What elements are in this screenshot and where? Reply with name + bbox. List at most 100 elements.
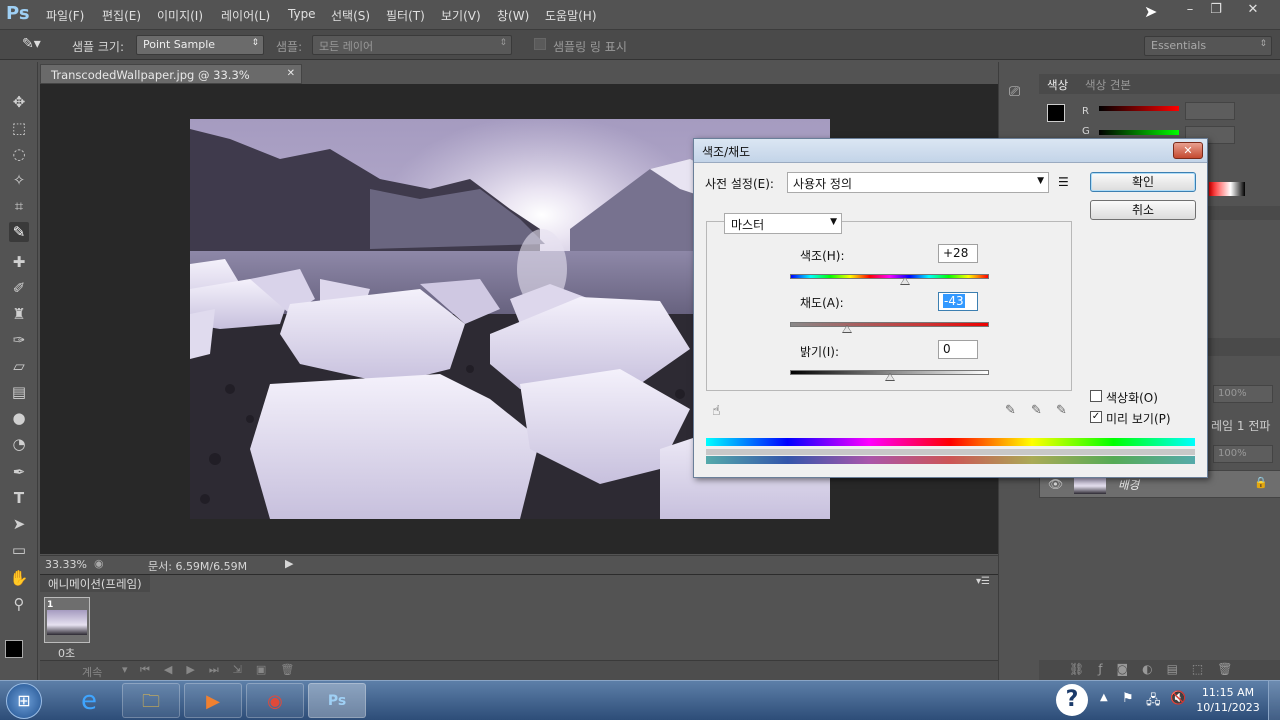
opacity-field[interactable]: 100%: [1213, 385, 1273, 403]
show-hidden-icons-arrow-icon[interactable]: ▲: [1100, 692, 1108, 703]
tab-swatches[interactable]: 색상 견본: [1085, 77, 1131, 93]
menu-image[interactable]: 이미지(I): [157, 7, 203, 24]
sample-size-select[interactable]: Point Sample ⇕: [136, 35, 264, 55]
menu-view[interactable]: 보기(V): [441, 7, 481, 24]
eraser-tool-icon[interactable]: ▱: [9, 356, 29, 376]
menu-layer[interactable]: 레이어(L): [221, 7, 270, 24]
history-brush-tool-icon[interactable]: ✑: [9, 330, 29, 350]
file-explorer-icon[interactable]: 🗀: [122, 683, 180, 718]
network-icon[interactable]: 🖧: [1146, 691, 1161, 713]
lightness-slider-thumb[interactable]: [884, 373, 895, 381]
output-color-bar: [706, 456, 1195, 464]
layer-visibility-eye-icon[interactable]: 👁: [1048, 477, 1063, 491]
preview-checkbox[interactable]: ✓: [1090, 411, 1102, 423]
zoom-level[interactable]: 33.33%: [45, 558, 87, 571]
channel-select[interactable]: 마스터 ▼: [724, 213, 842, 234]
dialog-titlebar[interactable]: 색조/채도 ✕: [694, 139, 1207, 163]
brush-tool-icon[interactable]: ✐: [9, 278, 29, 298]
fg-color-chip[interactable]: [1047, 104, 1065, 122]
history-icon[interactable]: ⎚: [1009, 84, 1029, 104]
lightness-input[interactable]: 0: [938, 340, 978, 359]
zoom-tool-icon[interactable]: ⚲: [9, 594, 29, 614]
dodge-tool-icon[interactable]: ◔: [9, 434, 29, 454]
layer-actions-icons[interactable]: ⛓ƒ◙◐▤⬚🗑: [1039, 660, 1280, 680]
hue-slider[interactable]: [790, 274, 989, 279]
saturation-slider[interactable]: [790, 322, 989, 327]
clone-stamp-tool-icon[interactable]: ♜: [9, 304, 29, 324]
menu-file[interactable]: 파일(F): [46, 7, 84, 24]
menu-help[interactable]: 도움말(H): [545, 7, 597, 24]
fill-field[interactable]: 100%: [1213, 445, 1273, 463]
red-slider[interactable]: [1099, 106, 1179, 111]
chrome-icon[interactable]: ◉: [246, 683, 304, 718]
restore-button[interactable]: ❐: [1203, 2, 1229, 20]
workspace-select[interactable]: Essentials ⇕: [1144, 36, 1272, 56]
help-icon[interactable]: ?: [1056, 684, 1088, 716]
menu-select[interactable]: 선택(S): [331, 7, 370, 24]
document-tab[interactable]: TranscodedWallpaper.jpg @ 33.3% (RGB/8) …: [40, 64, 302, 96]
system-clock[interactable]: 11:15 AM 10/11/2023: [1196, 685, 1260, 715]
type-tool-icon[interactable]: T: [9, 488, 29, 508]
action-center-flag-icon[interactable]: ⚑: [1122, 691, 1134, 706]
move-tool-icon[interactable]: ✥: [9, 92, 29, 112]
ok-button[interactable]: 확인: [1090, 172, 1196, 192]
layer-name[interactable]: 배경: [1118, 477, 1139, 493]
start-button[interactable]: ⊞: [6, 683, 42, 719]
hue-input[interactable]: +28: [938, 244, 978, 263]
marquee-tool-icon[interactable]: ⬚: [9, 118, 29, 138]
close-button[interactable]: ✕: [1240, 2, 1266, 20]
healing-brush-tool-icon[interactable]: ✚: [9, 252, 29, 272]
targeted-adjustment-hand-icon[interactable]: ☝: [712, 403, 721, 419]
menu-edit[interactable]: 편집(E): [102, 7, 141, 24]
foreground-color-swatch[interactable]: [5, 640, 23, 658]
eyedropper-minus-icon[interactable]: ✎: [1056, 403, 1067, 418]
color-panel-tabs: 색상 색상 견본: [1039, 74, 1280, 94]
shape-tool-icon[interactable]: ▭: [9, 540, 29, 560]
pen-tool-icon[interactable]: ✒: [9, 462, 29, 482]
preset-select[interactable]: 사용자 정의 ▼: [787, 172, 1049, 193]
animation-frame-1[interactable]: 1: [44, 597, 90, 643]
internet-explorer-icon[interactable]: e: [60, 683, 118, 718]
menu-type[interactable]: Type: [288, 7, 316, 21]
path-select-tool-icon[interactable]: ➤: [9, 514, 29, 534]
colorize-checkbox[interactable]: [1090, 390, 1102, 402]
red-value-field[interactable]: [1185, 102, 1235, 120]
eyedropper-icon[interactable]: ✎: [1005, 403, 1016, 418]
frame-delay[interactable]: 0초: [58, 645, 75, 661]
menu-window[interactable]: 창(W): [497, 7, 529, 24]
hand-tool-icon[interactable]: ✋: [9, 568, 29, 588]
loop-select[interactable]: 계속: [82, 664, 102, 680]
document-tab-close-icon[interactable]: ✕: [287, 68, 295, 79]
quick-select-tool-icon[interactable]: ✧: [9, 170, 29, 190]
blur-tool-icon[interactable]: ●: [9, 408, 29, 428]
cancel-button[interactable]: 취소: [1090, 200, 1196, 220]
tab-color[interactable]: 색상: [1047, 77, 1068, 93]
volume-muted-icon[interactable]: 🔇: [1170, 691, 1186, 706]
saturation-slider-thumb[interactable]: [841, 325, 852, 333]
dialog-close-button[interactable]: ✕: [1173, 142, 1203, 159]
color-ramp[interactable]: [1209, 182, 1245, 196]
preset-options-icon[interactable]: ☰: [1058, 175, 1069, 189]
green-slider[interactable]: [1099, 130, 1179, 135]
media-player-icon[interactable]: ▶: [184, 683, 242, 718]
minimize-button[interactable]: –: [1177, 2, 1203, 20]
menu-filter[interactable]: 필터(T): [386, 7, 425, 24]
show-desktop-button[interactable]: [1268, 681, 1280, 720]
lasso-tool-icon[interactable]: ◌: [9, 144, 29, 164]
eyedropper-tool-preset-icon[interactable]: ✎▾: [22, 36, 41, 52]
photoshop-taskbar-icon[interactable]: Ps: [308, 683, 366, 718]
eyedropper-tool-icon[interactable]: ✎: [9, 222, 29, 242]
show-ring-checkbox[interactable]: [534, 38, 546, 50]
saturation-input[interactable]: -43: [938, 292, 978, 311]
gradient-tool-icon[interactable]: ▤: [9, 382, 29, 402]
playback-buttons-icon[interactable]: ⏮◀▶⏭⇲▣🗑: [140, 663, 308, 677]
status-menu-arrow-icon[interactable]: ▶: [285, 557, 293, 570]
animation-panel-tab[interactable]: 애니메이션(프레임): [40, 575, 150, 592]
animation-panel-menu-icon[interactable]: ▾☰: [976, 576, 990, 587]
hue-slider-thumb[interactable]: [899, 277, 910, 285]
crop-tool-icon[interactable]: ⌗: [9, 196, 29, 216]
eyedropper-plus-icon[interactable]: ✎: [1031, 403, 1042, 418]
status-info-icon[interactable]: ◉: [94, 557, 104, 570]
loop-dropdown-icon[interactable]: ▾: [122, 663, 128, 676]
sample-layers-select[interactable]: 모든 레이어 ⇕: [312, 35, 512, 55]
